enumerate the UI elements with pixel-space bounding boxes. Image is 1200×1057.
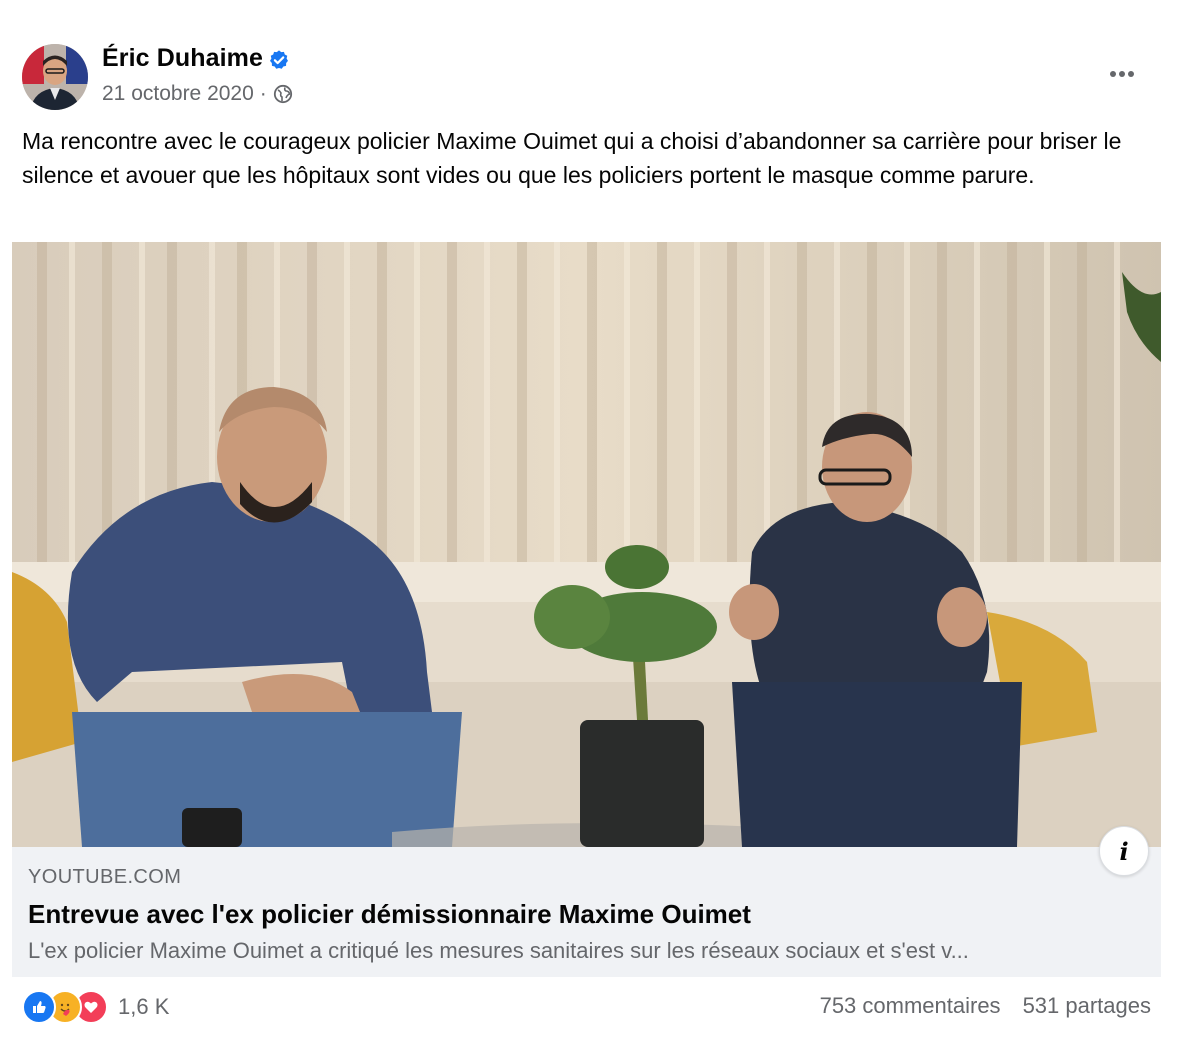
- preview-image[interactable]: [12, 242, 1161, 847]
- shares-count[interactable]: 531 partages: [1023, 993, 1151, 1019]
- link-description: L'ex policier Maxime Ouimet a critiqué l…: [28, 938, 969, 963]
- author-name[interactable]: Éric Duhaime: [102, 44, 263, 73]
- engagement-counts: 753 commentaires 531 partages: [820, 993, 1151, 1019]
- author-avatar[interactable]: [22, 44, 88, 110]
- reaction-count: 1,6 K: [118, 994, 170, 1019]
- post-text: Ma rencontre avec le courageux policier …: [22, 128, 1122, 188]
- globe-icon: [273, 84, 292, 104]
- facebook-post: Éric Duhaime 21 octobre 2020 · Ma rencon…: [0, 0, 1200, 1057]
- reactions-summary[interactable]: 1,6 K: [22, 990, 169, 1024]
- info-icon: i: [1119, 836, 1129, 866]
- post-meta: 21 octobre 2020 ·: [102, 80, 293, 108]
- more-options-button[interactable]: [1100, 58, 1144, 90]
- post-date[interactable]: 21 octobre 2020: [102, 82, 254, 106]
- info-button[interactable]: i: [1099, 826, 1149, 876]
- comments-count[interactable]: 753 commentaires: [820, 993, 1001, 1019]
- like-icon: [22, 990, 56, 1024]
- more-horizontal-icon: [1110, 71, 1116, 77]
- verified-badge-icon: [270, 50, 288, 69]
- link-title[interactable]: Entrevue avec l'ex policier démissionnai…: [28, 899, 1138, 930]
- link-domain: YOUTUBE.COM: [28, 866, 182, 888]
- meta-separator: ·: [259, 82, 267, 105]
- avatar-image: [22, 44, 88, 110]
- link-preview-card[interactable]: i YOUTUBE.COM Entrevue avec l'ex policie…: [12, 242, 1161, 977]
